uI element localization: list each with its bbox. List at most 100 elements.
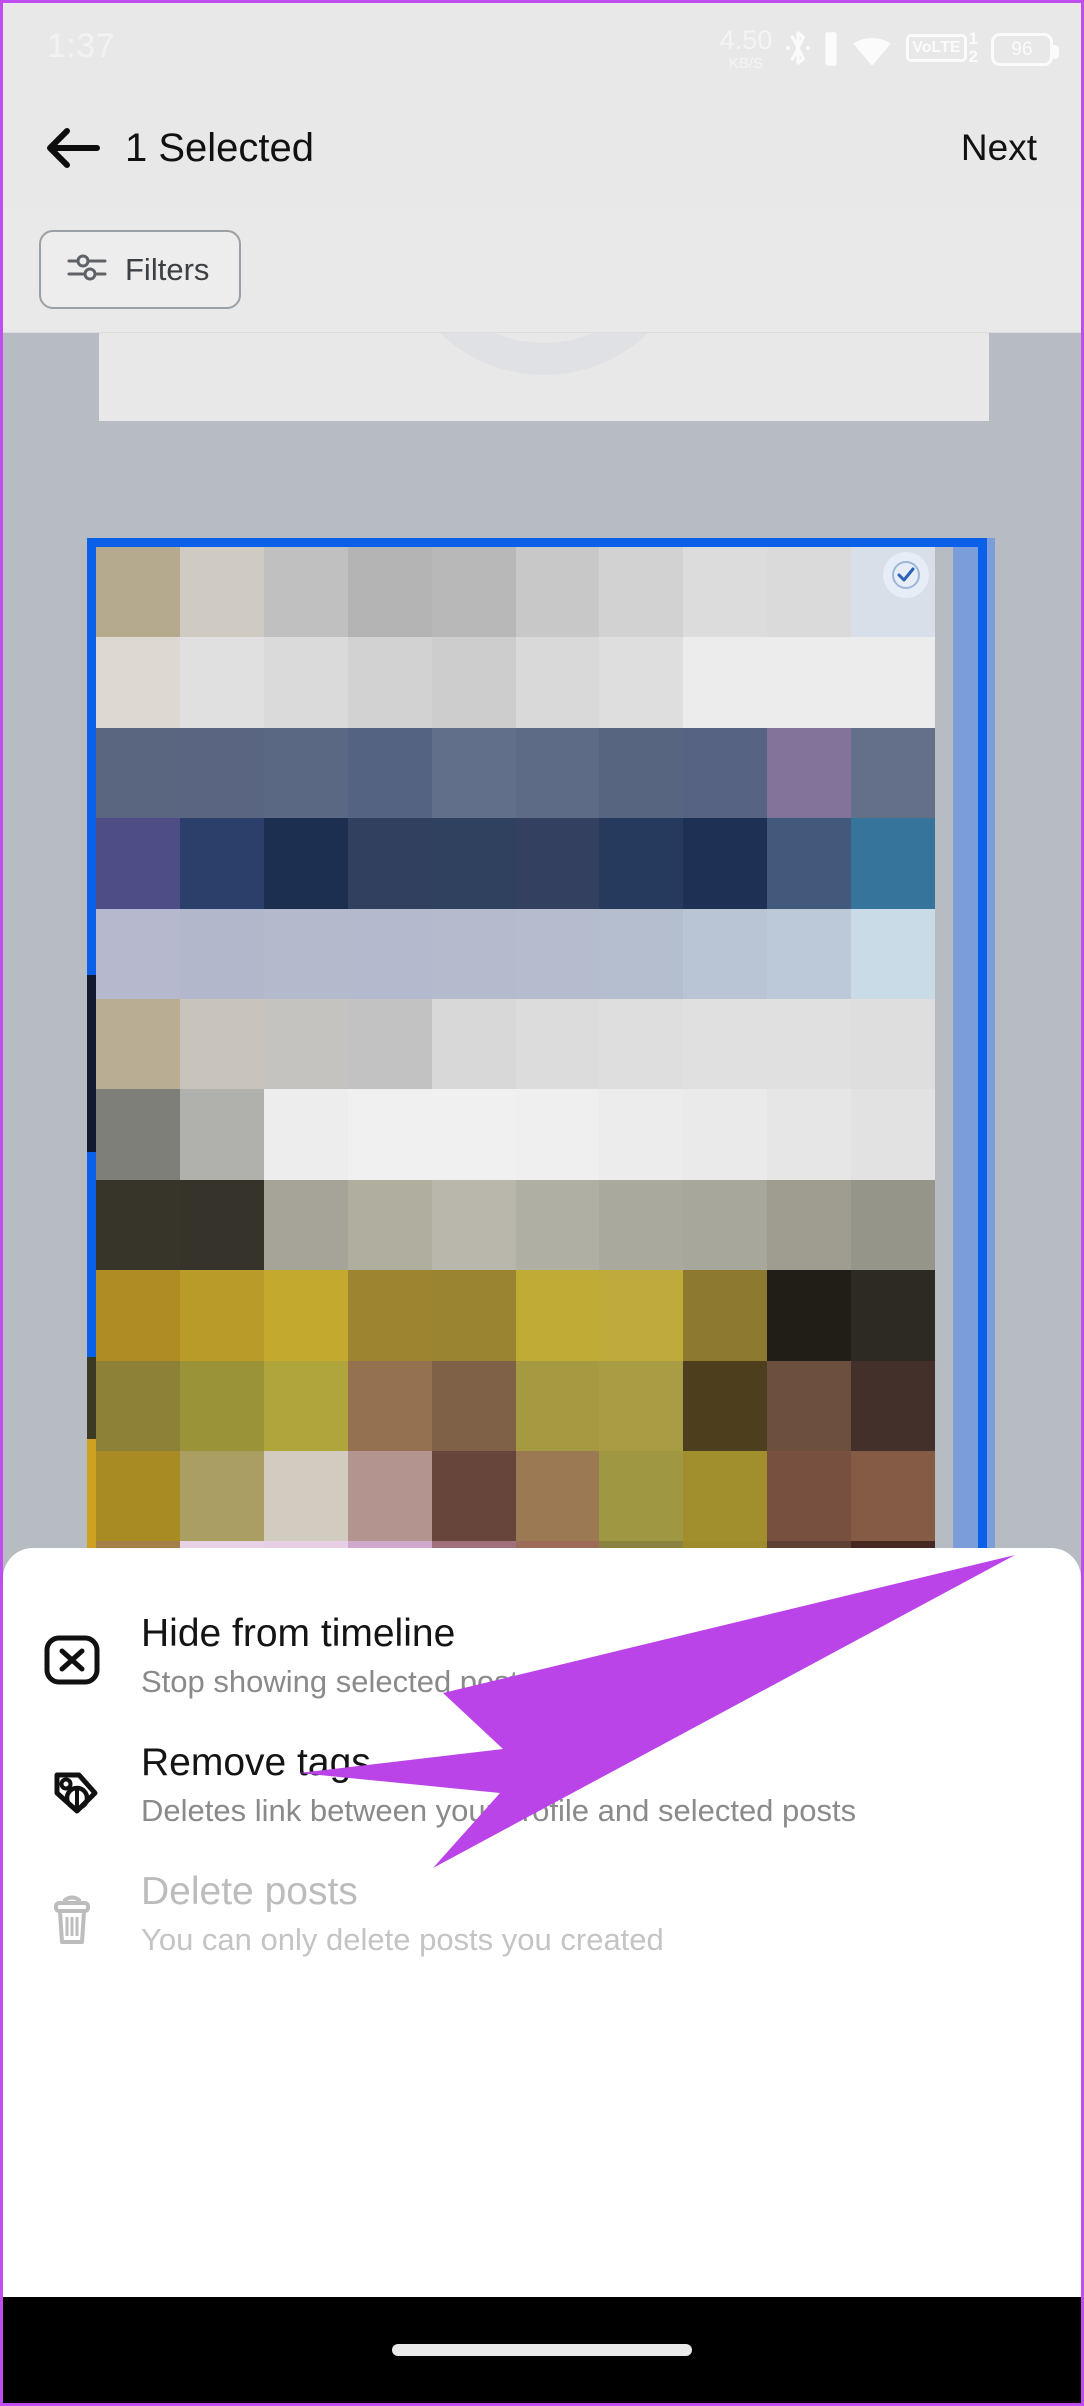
photo-pixel — [263, 1089, 348, 1180]
photo-pixel — [767, 547, 852, 638]
filters-button[interactable]: Filters — [39, 230, 242, 309]
photo-pixel — [179, 1179, 264, 1271]
sheet-item-remove-tags[interactable]: Remove tags Deletes link between your pr… — [3, 1721, 1081, 1850]
tune-sliders-icon — [67, 250, 107, 289]
photo-pixel — [851, 1179, 935, 1271]
photo-pixel — [767, 637, 852, 728]
photo-pixel — [599, 1270, 684, 1361]
network-speed-value: 4.50 — [719, 25, 773, 55]
status-clock: 1:37 — [47, 26, 116, 65]
photo-pixel — [179, 1360, 264, 1451]
photo-pixel — [263, 908, 348, 999]
photo-pixel — [767, 818, 852, 909]
status-bar: 1:37 4.50 KB/S VoLTE 1 2 96 — [3, 3, 1081, 89]
photo-pixel — [96, 1089, 180, 1180]
home-gesture-pill[interactable] — [392, 2344, 692, 2356]
photo-pixel — [263, 727, 348, 819]
photo-pixel — [851, 637, 935, 728]
photo-pixel — [96, 1179, 180, 1271]
photo-pixel — [767, 999, 852, 1090]
previous-post-card[interactable] — [99, 333, 989, 421]
photo-pixel — [515, 637, 600, 728]
photo-pixel — [851, 727, 935, 819]
network-speed-unit: KB/S — [728, 55, 764, 72]
photo-pixel — [347, 1179, 432, 1271]
app-bar: 1 Selected Next — [3, 89, 1081, 207]
photo-pixel — [96, 547, 180, 638]
photo-pixel — [431, 818, 516, 909]
photo-pixel — [96, 1270, 180, 1361]
photo-pixel — [347, 908, 432, 999]
photo-pixel — [96, 818, 180, 909]
sheet-item-hide-from-timeline[interactable]: Hide from timeline Stop showing selected… — [3, 1592, 1081, 1721]
photo-pixel — [96, 727, 180, 819]
phone-screen: 1:37 4.50 KB/S VoLTE 1 2 96 1 Selected N… — [0, 0, 1084, 2406]
photo-pixel — [179, 1451, 264, 1542]
filter-bar: Filters — [3, 207, 1081, 333]
photo-pixel — [599, 1451, 684, 1542]
photo-pixel — [515, 1360, 600, 1451]
photo-pixel — [431, 999, 516, 1090]
photo-pixel — [599, 999, 684, 1090]
photo-pixel — [515, 908, 600, 999]
signal-bar-icon — [824, 30, 838, 68]
volte-label: VoLTE — [906, 34, 967, 63]
photo-pixel — [683, 1179, 768, 1271]
photo-pixel — [179, 637, 264, 728]
photo-pixel — [851, 1451, 935, 1542]
photo-pixel — [96, 908, 180, 999]
wifi-icon — [851, 34, 893, 68]
photo-pixel — [851, 908, 935, 999]
photo-pixel — [347, 727, 432, 819]
photo-pixel — [599, 1089, 684, 1180]
photo-pixel — [683, 1360, 768, 1451]
bluetooth-icon — [785, 28, 811, 68]
photo-pixel — [179, 547, 264, 638]
photo-pixel — [599, 547, 684, 638]
photo-pixel — [851, 818, 935, 909]
battery-level: 96 — [1011, 38, 1033, 60]
photo-pixel — [683, 727, 768, 819]
photo-pixel — [767, 1089, 852, 1180]
sheet-item-subtitle: You can only delete posts you created — [141, 1922, 664, 1957]
photo-pixel — [767, 727, 852, 819]
photo-pixel — [683, 637, 768, 728]
photo-pixel — [515, 1089, 600, 1180]
photo-pixel — [431, 1360, 516, 1451]
photo-pixel — [96, 999, 180, 1090]
photo-pixel — [851, 1089, 935, 1180]
photo-pixel — [683, 908, 768, 999]
photo-pixel — [515, 818, 600, 909]
photo-pixel — [431, 1270, 516, 1361]
filters-label: Filters — [125, 251, 210, 287]
sheet-item-title: Remove tags — [141, 1741, 371, 1785]
photo-pixel — [263, 1179, 348, 1271]
photo-pixel — [179, 727, 264, 819]
photo-pixel — [347, 637, 432, 728]
battery-icon: 96 — [991, 33, 1059, 66]
next-button[interactable]: Next — [955, 117, 1043, 179]
photo-pixel — [683, 1270, 768, 1361]
check-circle-icon[interactable] — [883, 552, 929, 598]
photo-pixel — [767, 1270, 852, 1361]
photo-pixel — [599, 1179, 684, 1271]
sheet-item-title: Hide from timeline — [141, 1612, 456, 1655]
photo-pixel — [767, 908, 852, 999]
photo-pixel — [263, 818, 348, 909]
photo-pixel — [431, 908, 516, 999]
photo-pixel — [515, 999, 600, 1090]
photo-pixel — [263, 999, 348, 1090]
photo-pixel — [431, 727, 516, 819]
back-arrow-icon[interactable] — [37, 113, 107, 183]
photo-pixel — [347, 999, 432, 1090]
photo-pixel — [179, 1270, 264, 1361]
volte-sim-digits: 1 2 — [968, 29, 978, 67]
volte-icon: VoLTE 1 2 — [906, 30, 978, 66]
photo-pixel — [263, 637, 348, 728]
photo-pixel — [347, 1451, 432, 1542]
photo-pixel — [767, 1179, 852, 1271]
photo-pixel — [515, 1451, 600, 1542]
photo-pixel — [263, 1360, 348, 1451]
photo-pixel — [767, 1360, 852, 1451]
photo-pixel — [431, 1179, 516, 1271]
